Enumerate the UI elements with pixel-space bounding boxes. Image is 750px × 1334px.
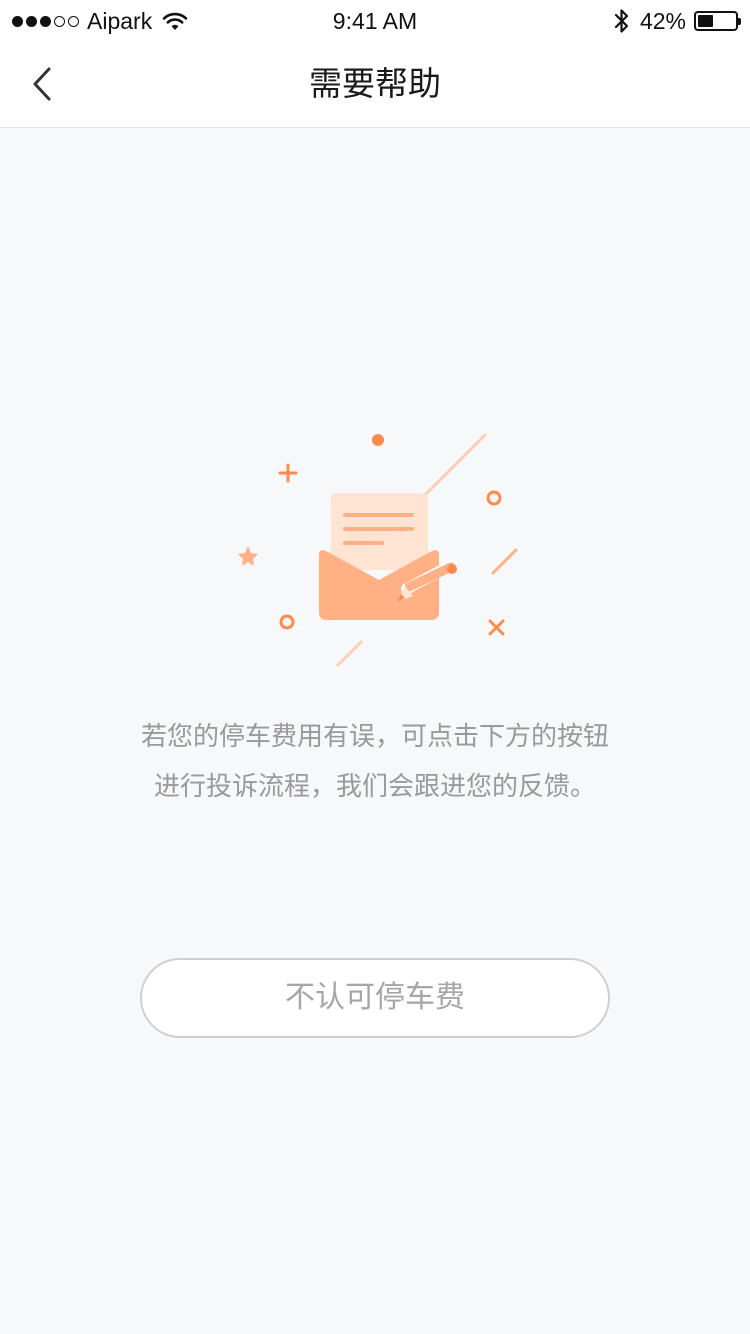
nav-bar: 需要帮助 [0,40,750,128]
cross-decoration [488,619,505,636]
dispute-fee-button[interactable]: 不认可停车费 [140,958,610,1038]
help-message-line: 进行投诉流程，我们会跟进您的反馈。 [153,772,596,802]
plus-decoration [278,463,298,483]
line-decoration [491,548,518,575]
battery-percentage: 42% [639,7,686,34]
letter-paper [331,493,428,570]
battery-level-fill [698,15,713,27]
status-right: 42% [614,6,741,36]
battery-icon [694,11,741,31]
envelope-letter-pencil-icon [238,433,518,667]
page-title: 需要帮助 [309,64,441,103]
line-decoration [420,433,487,500]
dot-decoration [372,434,384,446]
ring-decoration [279,614,295,630]
back-button[interactable] [20,60,64,108]
help-message: 若您的停车费用有误，可点击下方的按钮 进行投诉流程，我们会跟进您的反馈。 [60,712,690,812]
star-decoration [238,546,258,566]
ring-decoration [486,490,502,506]
chevron-left-icon [33,67,51,101]
status-bar: Aipark 9:41 AM 42% [0,0,750,40]
bluetooth-icon [614,9,629,33]
help-message-line: 若您的停车费用有误，可点击下方的按钮 [140,722,609,752]
line-decoration [336,640,363,667]
